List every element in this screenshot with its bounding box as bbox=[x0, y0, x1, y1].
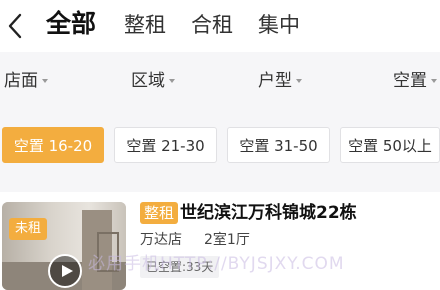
filter-vacancy-label: 空置 bbox=[393, 71, 427, 91]
listing-layout: 2室1厅 bbox=[204, 232, 250, 248]
rent-type-tag: 整租 bbox=[140, 202, 179, 224]
tab-whole-rent[interactable]: 整租 bbox=[124, 10, 166, 40]
listing-card[interactable]: 未租 整租 世纪滨江万科锦城22栋 万达店 2室1厅 已空置:33天 必用手机H… bbox=[0, 192, 440, 290]
chip-vacancy-21-30[interactable]: 空置 21-30 bbox=[114, 127, 217, 163]
tab-centralized[interactable]: 集中 bbox=[258, 10, 300, 40]
caret-down-icon bbox=[169, 79, 175, 83]
play-video-button[interactable] bbox=[48, 254, 82, 288]
filter-area[interactable]: 区域 bbox=[131, 70, 175, 92]
filter-store[interactable]: 店面 bbox=[4, 70, 48, 92]
listing-thumbnail[interactable]: 未租 bbox=[2, 202, 126, 290]
filter-layout[interactable]: 户型 bbox=[258, 70, 302, 92]
filter-store-label: 店面 bbox=[4, 71, 38, 91]
tab-shared-rent[interactable]: 合租 bbox=[191, 10, 233, 40]
back-arrow-icon[interactable] bbox=[6, 12, 24, 40]
watermark-text: 必用手机HTTP://BYJSJXY.COM bbox=[88, 254, 345, 274]
play-icon bbox=[62, 265, 73, 277]
listing-store: 万达店 bbox=[140, 232, 182, 248]
top-bar: 全部 整租 合租 集中 bbox=[0, 0, 440, 52]
filter-layout-label: 户型 bbox=[258, 71, 292, 91]
status-badge: 未租 bbox=[9, 218, 48, 240]
caret-down-icon bbox=[431, 79, 437, 83]
chip-vacancy-16-20[interactable]: 空置 16-20 bbox=[2, 127, 104, 163]
listing-title[interactable]: 世纪滨江万科锦城22栋 bbox=[180, 200, 357, 226]
caret-down-icon bbox=[296, 79, 302, 83]
vacancy-chip-row: 空置 16-20 空置 21-30 空置 31-50 空置 50以上 bbox=[0, 110, 440, 192]
filter-bar: 店面 区域 户型 空置 bbox=[0, 52, 440, 110]
filter-vacancy[interactable]: 空置 bbox=[393, 70, 437, 92]
chip-vacancy-50-plus[interactable]: 空置 50以上 bbox=[340, 127, 440, 163]
filter-area-label: 区域 bbox=[131, 71, 165, 91]
caret-down-icon bbox=[42, 79, 48, 83]
tab-all[interactable]: 全部 bbox=[46, 8, 96, 40]
chip-vacancy-31-50[interactable]: 空置 31-50 bbox=[227, 127, 330, 163]
